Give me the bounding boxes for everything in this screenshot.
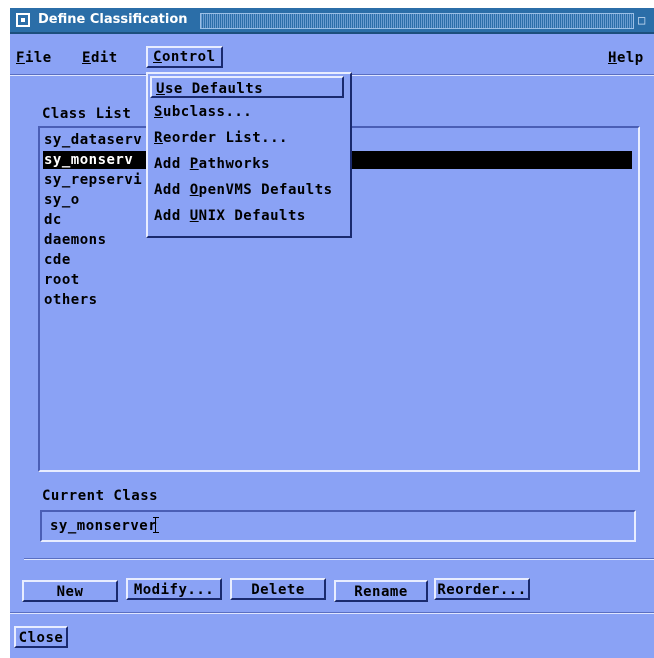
menu-edit[interactable]: Edit (82, 50, 118, 66)
list-item[interactable]: sy_repservi (44, 171, 142, 189)
window-menu-icon[interactable] (16, 13, 30, 27)
menu-item-use-defaults[interactable]: Use Defaults (150, 76, 344, 98)
button-row-divider (10, 612, 654, 614)
control-menu-dropdown: Use Defaults Subclass... Reorder List...… (146, 72, 352, 238)
menu-item-label: NIX Defaults (198, 208, 306, 224)
menu-item-label: ubclass... (162, 104, 253, 120)
define-classification-window: Define Classification □ File Edit Contro… (10, 8, 654, 658)
menu-item-add-openvms-defaults[interactable]: Add OpenVMS Defaults (154, 182, 333, 198)
menu-item-prefix: Add (154, 156, 190, 172)
menu-item-mnemonic: S (154, 104, 163, 120)
menu-item-label: athworks (198, 156, 271, 172)
menu-item-subclass[interactable]: Subclass... (154, 104, 252, 120)
delete-button[interactable]: Delete (230, 578, 326, 600)
menu-file-mnemonic: F (16, 50, 25, 66)
menu-control[interactable]: Control (146, 46, 223, 68)
close-button[interactable]: Close (14, 626, 68, 648)
modify-button[interactable]: Modify... (126, 578, 222, 600)
current-class-label: Current Class (42, 488, 159, 504)
menu-control-label: ontrol (161, 49, 216, 65)
menu-help-label: elp (616, 50, 644, 66)
menu-file[interactable]: File (16, 50, 52, 66)
menu-item-mnemonic: P (189, 156, 199, 172)
new-button[interactable]: New (22, 580, 118, 602)
class-list-label: Class List (42, 106, 132, 122)
text-cursor (153, 517, 161, 533)
title-bar-drag-area[interactable] (200, 13, 634, 29)
menu-item-prefix: Add (154, 208, 190, 224)
menu-item-mnemonic: R (154, 130, 163, 146)
current-class-input[interactable]: sy_monserver (40, 510, 636, 542)
current-class-text: sy_monserver (50, 518, 158, 534)
current-class-value: sy_monserver (50, 517, 163, 534)
menu-item-mnemonic: U (189, 208, 199, 224)
menu-item-prefix: Add (154, 182, 190, 198)
title-bar[interactable]: Define Classification □ (10, 8, 654, 34)
menu-item-label: se Defaults (164, 81, 264, 97)
menu-edit-label: dit (90, 50, 118, 66)
menu-item-reorder-list[interactable]: Reorder List... (154, 130, 288, 146)
list-item[interactable]: cde (44, 251, 71, 269)
rename-button[interactable]: Rename (334, 580, 428, 602)
list-item[interactable]: sy_dataserv (44, 131, 142, 149)
menu-file-label: ile (24, 50, 52, 66)
list-item[interactable]: dc (44, 211, 62, 229)
list-item[interactable]: root (44, 271, 80, 289)
menu-item-add-unix-defaults[interactable]: Add UNIX Defaults (154, 208, 306, 224)
list-item[interactable]: sy_o (44, 191, 80, 209)
menu-bar: File Edit Control Help (10, 46, 654, 72)
maximize-icon[interactable]: □ (638, 13, 654, 27)
menu-item-mnemonic: O (189, 182, 199, 198)
menu-item-label: penVMS Defaults (198, 182, 333, 198)
menu-item-add-pathworks[interactable]: Add Pathworks (154, 156, 270, 172)
menu-edit-mnemonic: E (82, 50, 91, 66)
form-divider (24, 558, 654, 560)
menu-item-mnemonic: U (156, 81, 165, 97)
menu-item-label: eorder List... (162, 130, 288, 146)
list-item[interactable]: daemons (44, 231, 107, 249)
menu-control-mnemonic: C (153, 49, 162, 65)
menu-help[interactable]: Help (608, 50, 644, 66)
reorder-button[interactable]: Reorder... (434, 578, 530, 600)
window-title: Define Classification (38, 12, 188, 27)
list-item[interactable]: others (44, 291, 98, 309)
menu-help-mnemonic: H (608, 50, 617, 66)
